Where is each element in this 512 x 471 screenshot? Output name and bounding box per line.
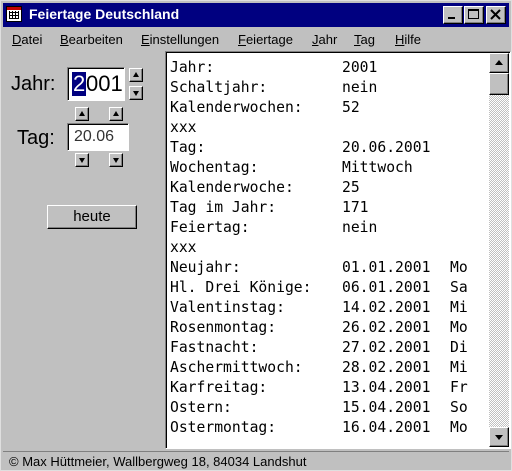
output-list[interactable]: Jahr: 2001 Schaltjahr: nein Kalenderwochen: 5… [165,51,511,449]
output-weekday: Di [450,339,468,356]
output-value: 06.01.2001 [342,279,431,296]
menu-bearbeiten[interactable]: Bearbeiten [60,32,123,47]
output-key: Ostern: [170,399,232,416]
output-key: Rosenmontag: [170,319,277,336]
title-bar[interactable]: Feiertage Deutschland [3,3,509,27]
output-value: 25 [342,179,360,196]
month-up-button[interactable] [109,107,123,121]
output-value: 16.04.2001 [342,419,431,436]
output-key: Tag: [170,139,206,156]
menu-einstellungen[interactable]: Einstellungen [141,32,219,47]
arrow-up-icon [113,111,119,116]
app-window: Feiertage Deutschland Datei Bearbeiten E… [0,0,512,471]
arrow-down-icon [113,158,119,163]
output-key: Hl. Drei Könige: [170,279,312,296]
close-icon [490,9,501,20]
year-input[interactable]: 2 001 [67,67,125,101]
output-key: Aschermittwoch: [170,359,303,376]
scroll-up-button[interactable] [489,53,509,73]
year-up-button[interactable] [129,68,143,82]
arrow-down-icon [133,91,139,96]
output-value: 171 [342,199,369,216]
calendar-icon[interactable] [6,6,22,22]
arrow-up-icon [133,72,139,77]
output-key: Feiertag: [170,219,250,236]
output-weekday: Mi [450,299,468,316]
maximize-button[interactable] [464,6,484,24]
year-down-button[interactable] [129,86,143,100]
output-key: Fastnacht: [170,339,259,356]
scroll-down-button[interactable] [489,427,509,447]
arrow-up-icon [495,60,503,65]
output-key: Tag im Jahr: [170,199,277,216]
close-button[interactable] [486,6,506,24]
output-value: 20.06.2001 [342,139,431,156]
output-value: 2001 [342,59,378,76]
menu-hilfe[interactable]: Hilfe [395,32,421,47]
output-value: nein [342,219,378,236]
vertical-scrollbar[interactable] [489,53,509,447]
output-key: Kalenderwochen: [170,99,303,116]
day-label: Tag: [17,127,55,149]
output-key: Kalenderwoche: [170,179,294,196]
scroll-thumb[interactable] [489,73,509,95]
arrow-up-icon [79,111,85,116]
output-value: 01.01.2001 [342,259,431,276]
output-value: 26.02.2001 [342,319,431,336]
output-key: Jahr: [170,59,215,76]
output-weekday: Fr [450,379,468,396]
window-title: Feiertage Deutschland [29,6,180,22]
year-rest-digits: 001 [86,71,123,96]
output-key: Valentinstag: [170,299,285,316]
menu-datei[interactable]: Datei [12,32,42,47]
output-key: Ostermontag: [170,419,277,436]
menu-feiertage[interactable]: Feiertage [238,32,293,47]
output-key: Wochentag: [170,159,259,176]
output-value: 27.02.2001 [342,339,431,356]
day-down-button[interactable] [75,153,89,167]
output-weekday: Mi [450,359,468,376]
output-value: 15.04.2001 [342,399,431,416]
output-value: 13.04.2001 [342,379,431,396]
arrow-down-icon [79,158,85,163]
year-label: Jahr: [11,73,56,95]
day-input[interactable]: 20.06 [67,123,129,151]
output-value: 52 [342,99,360,116]
menu-bar: Datei Bearbeiten Einstellungen Feiertage… [3,28,509,50]
output-value: nein [342,79,378,96]
day-up-button[interactable] [75,107,89,121]
status-bar: © Max Hüttmeier, Wallbergweg 18, 84034 L… [3,451,509,471]
output-key: Schaltjahr: [170,79,268,96]
output-key: Karfreitag: [170,379,268,396]
output-value: 28.02.2001 [342,359,431,376]
output-value: 14.02.2001 [342,299,431,316]
output-weekday: Mo [450,319,468,336]
arrow-down-icon [495,435,503,440]
day-value: 20.06 [74,128,115,145]
output-value: Mittwoch [342,159,413,176]
minimize-icon [448,17,455,19]
status-text: © Max Hüttmeier, Wallbergweg 18, 84034 L… [9,454,307,469]
output-key: xxx [170,119,197,136]
menu-jahr[interactable]: Jahr [312,32,337,47]
output-weekday: Mo [450,419,468,436]
output-list-content: Jahr: 2001 Schaltjahr: nein Kalenderwochen: 5… [168,54,490,446]
output-weekday: Sa [450,279,468,296]
output-key: xxx [170,239,197,256]
today-button[interactable]: heute [47,205,137,229]
output-weekday: So [450,399,468,416]
menu-tag[interactable]: Tag [354,32,375,47]
output-weekday: Mo [450,259,468,276]
month-down-button[interactable] [109,153,123,167]
output-key: Neujahr: [170,259,241,276]
year-selected-digit: 2 [72,71,87,96]
maximize-icon [468,9,479,19]
minimize-button[interactable] [443,6,463,24]
